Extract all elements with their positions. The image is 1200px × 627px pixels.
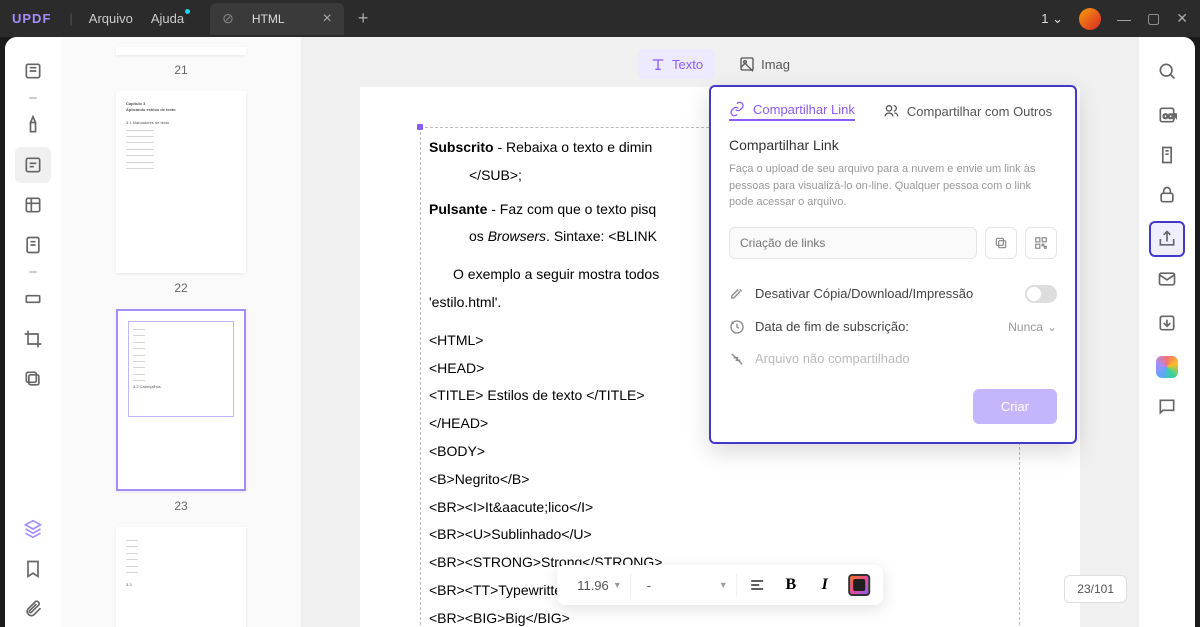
close-tab-icon[interactable]: × [323, 10, 332, 28]
thumbnail-page-22[interactable]: Capítulo 3Aplicando estilos de texto3.1 … [116, 91, 246, 273]
bookmark-icon[interactable] [15, 551, 51, 587]
share-icon[interactable] [1149, 221, 1185, 257]
search-icon[interactable] [1149, 53, 1185, 89]
pages-icon[interactable] [15, 187, 51, 223]
left-rail [5, 37, 61, 627]
document-tab[interactable]: ⊘ HTML × [210, 3, 344, 35]
font-family-selector[interactable]: -▾ [637, 574, 737, 597]
edit-toolbar: Texto Imag [638, 49, 802, 79]
export-icon[interactable] [1149, 305, 1185, 341]
attachment-icon[interactable] [15, 591, 51, 627]
close-window-icon[interactable]: ✕ [1176, 10, 1188, 27]
highlight-icon[interactable] [15, 107, 51, 143]
maximize-icon[interactable]: ▢ [1147, 10, 1160, 27]
reader-mode-icon[interactable] [15, 53, 51, 89]
link-input[interactable] [729, 227, 977, 259]
text-format-toolbar: 11.96▾ -▾ B I [557, 565, 883, 605]
edit-text-icon[interactable] [15, 147, 51, 183]
thumbnail-page-24[interactable]: ——————————————————3.3 [116, 527, 246, 627]
crop-icon[interactable] [15, 321, 51, 357]
svg-text:OCR: OCR [1163, 113, 1177, 120]
expiry-option[interactable]: Data de fim de subscrição: Nunca ⌄ [729, 311, 1057, 343]
thumbnail-page-21[interactable] [116, 47, 246, 55]
thumb-label-21: 21 [81, 63, 281, 77]
menu-help[interactable]: Ajuda [151, 11, 184, 26]
menu-file[interactable]: Arquivo [89, 11, 133, 26]
toggle-switch[interactable] [1025, 285, 1057, 303]
comment-icon[interactable] [1149, 389, 1185, 425]
right-rail: OCR [1139, 37, 1195, 627]
disable-copy-option[interactable]: Desativar Cópia/Download/Impressão [729, 277, 1057, 311]
link-off-icon [729, 351, 745, 367]
share-title: Compartilhar Link [729, 137, 1057, 153]
image-icon [739, 56, 755, 72]
font-size-selector[interactable]: 11.96▾ [567, 574, 631, 597]
user-avatar[interactable] [1079, 8, 1101, 30]
italic-button[interactable]: I [811, 571, 839, 599]
thumbnail-page-23[interactable]: ———————————————————————————3.2 Cabeçalho… [116, 309, 246, 491]
minimize-icon[interactable]: — [1117, 11, 1131, 27]
divider: | [69, 11, 72, 26]
copy-icon[interactable] [15, 361, 51, 397]
align-button[interactable] [743, 571, 771, 599]
protect-icon[interactable] [1149, 177, 1185, 213]
share-panel: Compartilhar Link Compartilhar com Outro… [709, 85, 1077, 444]
chevron-down-icon: ⌄ [1047, 320, 1057, 334]
clock-icon [729, 319, 745, 335]
thumb-label-22: 22 [81, 281, 281, 295]
share-description: Faça o upload de seu arquivo para a nuve… [729, 161, 1057, 211]
text-icon [650, 56, 666, 72]
text-tool-button[interactable]: Texto [638, 49, 715, 79]
thumbnail-panel: 21 Capítulo 3Aplicando estilos de texto3… [61, 37, 301, 627]
people-icon [883, 103, 899, 119]
page-counter[interactable]: 23/101 [1064, 575, 1127, 603]
tab-icon: ⊘ [222, 10, 234, 27]
color-picker-button[interactable] [845, 571, 873, 599]
qr-code-button[interactable] [1025, 227, 1057, 259]
redact-icon[interactable] [15, 281, 51, 317]
titlebar: UPDF | Arquivo Ajuda ⊘ HTML × + 1 ⌄ — ▢ … [0, 0, 1200, 37]
document-area: Texto Imag Subscrito - Rebaixa o texto e… [301, 37, 1139, 627]
link-icon [729, 101, 745, 117]
bold-button[interactable]: B [777, 571, 805, 599]
share-link-tab[interactable]: Compartilhar Link [729, 101, 855, 121]
create-button[interactable]: Criar [973, 389, 1057, 424]
tools-icon [729, 286, 745, 302]
form-icon[interactable] [15, 227, 51, 263]
file-status: Arquivo não compartilhado [729, 343, 1057, 375]
app-logo: UPDF [12, 11, 51, 26]
email-icon[interactable] [1149, 261, 1185, 297]
compress-icon[interactable] [1149, 137, 1185, 173]
copy-link-button[interactable] [985, 227, 1017, 259]
window-count[interactable]: 1 ⌄ [1041, 11, 1063, 27]
share-others-tab[interactable]: Compartilhar com Outros [883, 101, 1052, 121]
ai-icon[interactable] [1149, 349, 1185, 385]
image-tool-button[interactable]: Imag [727, 49, 802, 79]
ocr-icon[interactable]: OCR [1149, 97, 1185, 133]
new-tab-button[interactable]: + [358, 8, 369, 29]
thumb-label-23: 23 [81, 499, 281, 513]
layers-icon[interactable] [15, 511, 51, 547]
tab-label: HTML [242, 12, 315, 26]
